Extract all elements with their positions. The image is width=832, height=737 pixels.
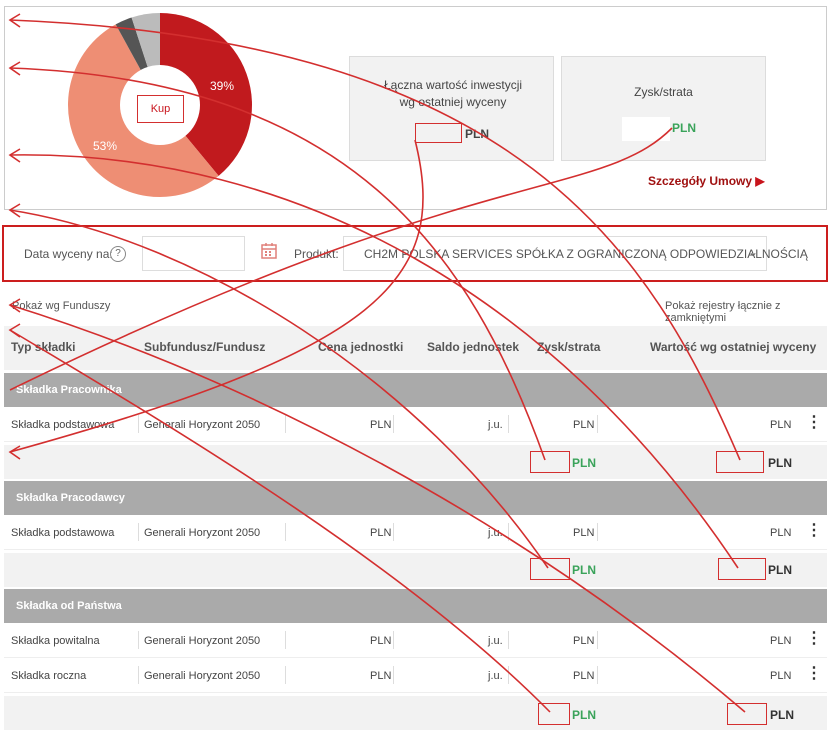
row-profit: PLN [573, 419, 595, 431]
sum-profit: PLN [572, 708, 596, 722]
arrow-right-icon: ▶ [755, 174, 765, 188]
valuation-date-input[interactable] [142, 236, 245, 271]
sum-profit-box [530, 451, 570, 473]
row-price: PLN [370, 419, 392, 431]
product-select-value: CH2M POLSKA SERVICES SPÓŁKA Z OGRANICZON… [364, 247, 808, 261]
column-header-value[interactable]: Wartość wg ostatniej wyceny [650, 340, 816, 354]
row-value: PLN [770, 527, 792, 539]
row-value: PLN [770, 635, 792, 647]
table-row [4, 407, 827, 442]
sum-value: PLN [768, 456, 792, 470]
sum-profit: PLN [572, 563, 596, 577]
group-sum-row [4, 445, 827, 479]
valuation-date-label: Data wyceny na: [24, 247, 113, 261]
contract-details-label: Szczegóły Umowy [648, 174, 753, 188]
row-profit: PLN [573, 635, 595, 647]
profit-loss-currency: PLN [672, 121, 696, 135]
row-price: PLN [370, 670, 392, 682]
profit-loss-amount-mask [622, 117, 670, 141]
chart-label-39: 39% [210, 79, 234, 93]
row-type: Składka powitalna [11, 635, 100, 647]
total-value-amount-box [415, 123, 462, 143]
calendar-icon[interactable] [260, 242, 278, 260]
row-fund: Generali Horyzont 2050 [144, 670, 261, 682]
table-row [4, 623, 827, 658]
group-header-state: Składka od Państwa [4, 589, 827, 623]
sum-value: PLN [768, 563, 792, 577]
row-profit: PLN [573, 527, 595, 539]
sum-value-box [716, 451, 764, 473]
sum-value: PLN [770, 708, 794, 722]
row-fund: Generali Horyzont 2050 [144, 635, 261, 647]
total-value-label: Łączna wartość inwestycji wg ostatniej w… [383, 78, 523, 109]
row-fund: Generali Horyzont 2050 [144, 419, 261, 431]
column-header-profit-loss[interactable]: Zysk/strata [537, 340, 600, 354]
profit-loss-label: Zysk/strata [634, 85, 693, 99]
row-units: j.u. [488, 419, 503, 431]
row-type: Składka podstawowa [11, 527, 115, 539]
total-value-card: Łączna wartość inwestycji wg ostatniej w… [349, 56, 554, 161]
table-row [4, 515, 827, 550]
sum-value-box [718, 558, 766, 580]
sum-profit-box [530, 558, 570, 580]
row-menu-icon[interactable]: ⋮ [806, 412, 822, 432]
row-type: Składka roczna [11, 670, 87, 682]
row-menu-icon[interactable]: ⋮ [806, 520, 822, 540]
product-select[interactable]: CH2M POLSKA SERVICES SPÓŁKA Z OGRANICZON… [343, 236, 808, 271]
buy-button[interactable]: Kup [137, 95, 184, 123]
group-sum-row [4, 696, 827, 730]
column-header-type[interactable]: Typ składki [11, 340, 75, 354]
chevron-down-icon: ⌄ [747, 245, 758, 259]
row-units: j.u. [488, 527, 503, 539]
column-header-unit-price[interactable]: Cena jednostki [318, 340, 403, 354]
contract-details-link[interactable]: Szczegóły Umowy ▶ [648, 174, 765, 188]
chart-label-53: 53% [93, 139, 117, 153]
row-units: j.u. [488, 670, 503, 682]
group-header-employee: Składka Pracownika [4, 373, 827, 407]
group-header-employer: Składka Pracodawcy [4, 481, 827, 515]
sum-profit: PLN [572, 456, 596, 470]
row-fund: Generali Horyzont 2050 [144, 527, 261, 539]
row-value: PLN [770, 419, 792, 431]
sum-profit-box [538, 703, 570, 725]
help-icon[interactable]: ? [110, 246, 126, 262]
row-price: PLN [370, 635, 392, 647]
buy-button-label: Kup [150, 103, 171, 115]
column-header-unit-balance[interactable]: Saldo jednostek [427, 340, 519, 354]
group-sum-row [4, 553, 827, 587]
row-type: Składka podstawowa [11, 419, 115, 431]
row-menu-icon[interactable]: ⋮ [806, 628, 822, 648]
row-price: PLN [370, 527, 392, 539]
row-value: PLN [770, 670, 792, 682]
show-by-fund-link[interactable]: Pokaż wg Funduszy [12, 300, 110, 312]
column-header-fund[interactable]: Subfundusz/Fundusz [144, 340, 265, 354]
row-menu-icon[interactable]: ⋮ [806, 663, 822, 683]
show-closed-registers-link[interactable]: Pokaż rejestry łącznie z zamkniętymi [665, 300, 832, 324]
sum-value-box [727, 703, 767, 725]
row-profit: PLN [573, 670, 595, 682]
product-label: Produkt: [294, 247, 339, 261]
profit-loss-card: Zysk/strata [561, 56, 766, 161]
row-units: j.u. [488, 635, 503, 647]
total-value-currency: PLN [465, 127, 489, 141]
table-row [4, 658, 827, 693]
